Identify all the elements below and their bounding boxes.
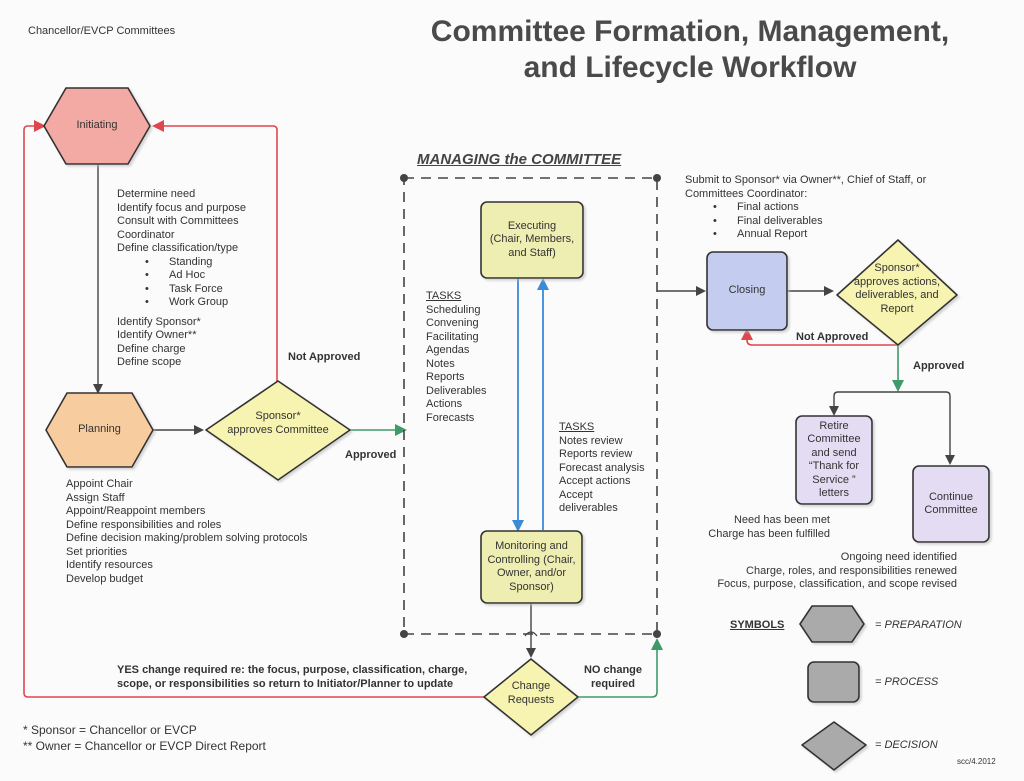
monitoring-label: Monitoring and Controlling (Chair, Owner, … (487, 540, 576, 593)
org-label: Chancellor/EVCP Committees (28, 25, 176, 37)
not-approved-closing-label: Not Approved (796, 331, 869, 343)
footnotes: * Sponsor = Chancellor or EVCP ** Owner =… (23, 723, 266, 753)
retire-reasons: Need has been met Charge has been fulfill… (708, 514, 830, 540)
managing-heading: MANAGING the COMMITTEE (417, 151, 622, 168)
legend-process-label: = PROCESS (875, 676, 939, 688)
legend-process-symbol (807, 661, 860, 703)
continue-label: Continue Committee (924, 490, 978, 517)
sponsor-approves-committee-label: Sponsor* approves Committee (227, 410, 329, 436)
planning-label: Planning (78, 423, 121, 436)
closing-submit-text: Submit to Sponsor* via Owner**, Chief of… (685, 174, 926, 242)
legend-decision-symbol (801, 721, 867, 771)
legend-preparation-label: = PREPARATION (875, 619, 962, 631)
planning-task-list: Appoint Chair Assign Staff Appoint/Reapp… (66, 478, 308, 585)
executing-task-list: TASKS Scheduling Convening Facilitating … (426, 290, 487, 424)
stamp: scc/4.2012 (957, 757, 996, 766)
legend-preparation-symbol (799, 605, 865, 643)
sponsor-approves-actions-label: Sponsor* approves actions, deliverables, a… (853, 262, 941, 315)
continue-reasons: Ongoing need identified Charge, roles, an… (717, 551, 957, 590)
change-requests-label: Change Requests (507, 680, 555, 706)
approved-closing-label: Approved (913, 360, 965, 372)
page-title: Committee Formation, Management, and Lif… (430, 15, 950, 84)
not-approved-label: Not Approved (288, 351, 361, 363)
no-change-label: NO change required (583, 664, 643, 690)
monitoring-task-list: TASKS Notes review Reports review Foreca… (559, 421, 645, 514)
initiating-task-list: Determine need Identify focus and purpos… (117, 188, 246, 370)
initiating-label: Initiating (76, 119, 118, 132)
legend-decision-label: = DECISION (875, 739, 938, 751)
retire-label: Retire Committee and send “Thank for Service… (807, 419, 861, 500)
yes-change-label: YES change required re: the focus, purpo… (117, 664, 468, 690)
approved-to-retire-edge (829, 391, 898, 416)
legend-heading: SYMBOLS (730, 619, 785, 631)
closing-label: Closing (728, 284, 766, 297)
approved-label: Approved (345, 449, 397, 461)
approved-to-continue-edge (898, 391, 955, 465)
executing-label: Executing (Chair, Members, and Staff) (489, 219, 575, 259)
